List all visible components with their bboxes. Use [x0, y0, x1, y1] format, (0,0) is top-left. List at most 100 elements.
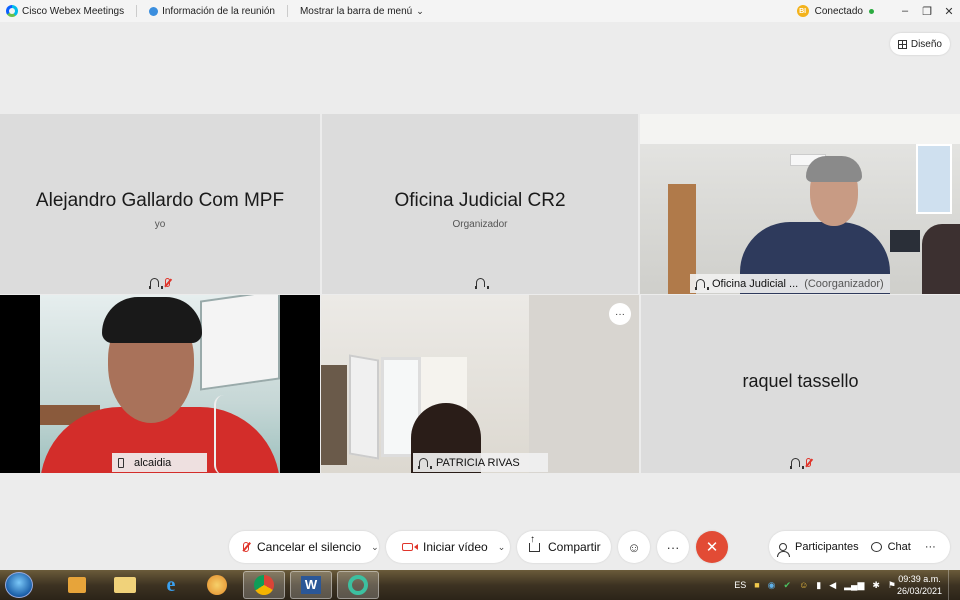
video-person-hair	[102, 297, 202, 343]
participant-video-tile[interactable]: Oficina Judicial ... (Coorganizador)	[640, 114, 960, 294]
video-person-2	[922, 224, 960, 294]
video-monitor	[890, 230, 920, 252]
video-ceiling	[640, 114, 960, 144]
info-icon	[149, 6, 159, 16]
system-tray: ES ■ ◉ ✔ ☺ ▮ ◀ ▂▄▆ ✱ ⚑	[730, 570, 900, 600]
participant-role: Organizador	[452, 219, 508, 230]
participant-role: yo	[154, 219, 166, 230]
headset-icon	[418, 458, 432, 469]
headset-icon	[695, 279, 709, 290]
share-label: Compartir	[548, 540, 601, 554]
panel-more-button[interactable]: ···	[925, 541, 936, 553]
video-shutter	[349, 354, 379, 460]
show-desktop-button[interactable]	[948, 570, 960, 600]
end-meeting-button[interactable]: ✕	[696, 531, 728, 563]
word-icon[interactable]: W	[290, 571, 332, 599]
muted-mic-icon	[165, 277, 170, 287]
show-menu-bar-button[interactable]: Mostrar la barra de menú ⌄	[300, 6, 424, 17]
participant-tile[interactable]: raquel tassello	[641, 295, 960, 473]
bluetooth-icon[interactable]: ✱	[872, 580, 880, 591]
right-panel-controls: Participantes Chat ···	[769, 531, 950, 563]
tray-smiley-icon[interactable]: ☺	[799, 580, 808, 590]
participant-video-tile[interactable]: alcaidia	[0, 295, 320, 473]
share-icon	[529, 535, 540, 552]
video-earphone-cable	[214, 395, 234, 473]
reactions-button[interactable]: ☺	[618, 531, 650, 563]
language-indicator[interactable]: ES	[734, 580, 746, 590]
start-video-button[interactable]: Iniciar vídeo ⌄	[386, 531, 510, 563]
divider	[136, 5, 138, 17]
clock[interactable]: 09:39 a.m. 26/03/2021	[897, 573, 942, 597]
clock-time: 09:39 a.m.	[898, 574, 941, 584]
grid-layout-icon	[897, 39, 907, 49]
connected-dot-icon	[869, 8, 874, 14]
volume-icon[interactable]: ◀	[829, 580, 836, 591]
file-explorer-icon[interactable]	[104, 571, 146, 599]
chat-label: Chat	[887, 541, 911, 553]
video-off-icon	[402, 543, 418, 551]
close-button[interactable]: ✕	[938, 5, 960, 18]
participant-label: PATRICIA RIVAS	[413, 453, 548, 472]
signal-icon[interactable]: ▂▄▆	[844, 580, 864, 591]
windows-taskbar: e W ES ■ ◉ ✔ ☺ ▮ ◀ ▂▄▆ ✱ ⚑ 09:39 a.m. 26…	[0, 570, 960, 600]
tray-device-icon[interactable]: ▮	[816, 580, 821, 591]
participant-name: raquel tassello	[742, 371, 859, 391]
participant-name: PATRICIA RIVAS	[436, 456, 520, 469]
chevron-down-icon[interactable]: ⌄	[498, 542, 506, 553]
audio-status	[322, 277, 638, 289]
audio-status	[641, 457, 960, 469]
internet-explorer-icon[interactable]: e	[150, 571, 192, 599]
share-button[interactable]: Compartir	[517, 531, 611, 563]
minimize-button[interactable]: –	[894, 5, 916, 17]
participant-name: Oficina Judicial CR2	[394, 190, 566, 211]
participant-label: Oficina Judicial ... (Coorganizador)	[690, 274, 890, 293]
tray-app-icon[interactable]: ■	[754, 580, 759, 590]
participants-label: Participantes	[795, 541, 859, 553]
phone-icon	[118, 457, 124, 468]
media-player-icon[interactable]	[56, 571, 98, 599]
layout-button[interactable]: Diseño	[889, 33, 950, 55]
clock-date: 26/03/2021	[896, 586, 942, 596]
webex-logo-icon	[6, 5, 18, 17]
start-video-label: Iniciar vídeo	[423, 540, 488, 554]
participant-name: alcaidia	[134, 456, 172, 469]
video-person-hair	[806, 156, 862, 182]
webex-taskbar-icon[interactable]	[337, 571, 379, 599]
title-bar: Cisco Webex Meetings Información de la r…	[0, 0, 960, 22]
network-icon[interactable]: ◉	[768, 580, 776, 591]
video-window	[916, 144, 952, 214]
muted-mic-icon	[243, 542, 249, 552]
participant-role: (Coorganizador)	[804, 277, 884, 290]
security-icon[interactable]: ✔	[784, 580, 792, 591]
participant-tile[interactable]: Oficina Judicial CR2 Organizador	[322, 114, 638, 294]
meeting-info-button[interactable]: Información de la reunión	[149, 6, 275, 17]
user-avatar-badge[interactable]: BI	[796, 5, 809, 17]
chevron-down-icon[interactable]: ⌄	[371, 542, 379, 553]
audio-status	[0, 277, 320, 289]
app-title-text: Cisco Webex Meetings	[22, 5, 125, 17]
connection-status: Conectado	[814, 5, 863, 17]
window-controls: BI Conectado – ❐ ✕	[796, 0, 960, 22]
tile-more-button[interactable]: ···	[609, 303, 631, 325]
more-options-button[interactable]: ···	[657, 531, 689, 563]
restore-button[interactable]: ❐	[916, 5, 938, 18]
video-whiteboard	[200, 295, 280, 391]
action-center-icon[interactable]: ⚑	[888, 580, 896, 591]
headset-icon	[789, 457, 804, 469]
layout-label: Diseño	[910, 38, 942, 50]
participants-button[interactable]: Participantes	[777, 541, 859, 557]
show-menu-bar-label: Mostrar la barra de menú	[299, 5, 413, 17]
chrome-icon[interactable]	[243, 571, 285, 599]
participant-name: Oficina Judicial ...	[712, 277, 799, 290]
paint-icon[interactable]	[196, 571, 238, 599]
participant-tile[interactable]: Alejandro Gallardo Com MPF yo	[0, 114, 320, 294]
chat-button[interactable]: Chat	[870, 541, 911, 553]
headset-icon	[474, 277, 489, 289]
app-title: Cisco Webex Meetings	[6, 5, 124, 17]
unmute-button[interactable]: Cancelar el silencio ⌄	[229, 531, 379, 563]
unmute-label: Cancelar el silencio	[257, 540, 362, 554]
meeting-info-label: Información de la reunión	[162, 5, 275, 17]
start-button[interactable]	[5, 572, 33, 598]
participant-video-tile[interactable]: ··· PATRICIA RIVAS	[321, 295, 639, 473]
muted-mic-icon	[805, 457, 811, 467]
